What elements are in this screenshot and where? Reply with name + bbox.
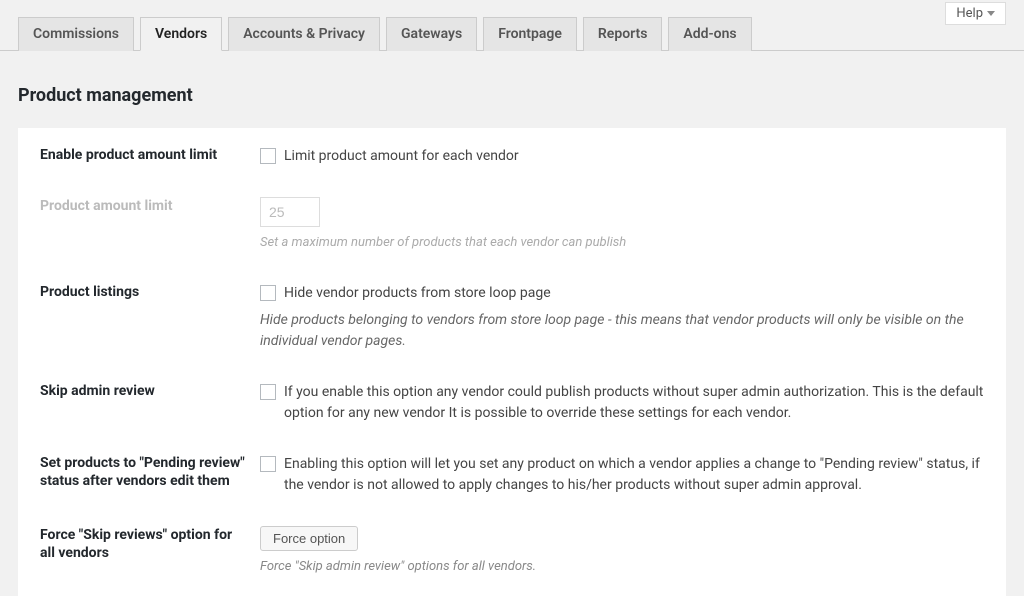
checkbox-label-skip-review: If you enable this option any vendor cou…	[284, 382, 984, 424]
checkbox-wrap-product-listings[interactable]: Hide vendor products from store loop pag…	[260, 283, 984, 304]
section-title: Product management	[0, 51, 1024, 128]
checkbox-label-enable-limit: Limit product amount for each vendor	[284, 146, 984, 167]
desc-force-skip: Force "Skip admin review" options for al…	[260, 557, 984, 577]
desc-product-listings: Hide products belonging to vendors from …	[260, 310, 984, 352]
checkbox-product-listings[interactable]	[260, 285, 276, 301]
checkbox-label-product-listings: Hide vendor products from store loop pag…	[284, 283, 984, 304]
tab-addons[interactable]: Add-ons	[668, 17, 751, 51]
label-product-listings: Product listings	[40, 283, 260, 302]
input-amount-limit[interactable]	[260, 197, 320, 227]
row-product-listings: Product listings Hide vendor products fr…	[18, 253, 1006, 352]
tab-accounts-privacy[interactable]: Accounts & Privacy	[228, 17, 380, 51]
label-force-skip: Force "Skip reviews" option for all vend…	[40, 526, 260, 564]
checkbox-wrap-enable-limit[interactable]: Limit product amount for each vendor	[260, 146, 984, 167]
row-amount-limit: Product amount limit Set a maximum numbe…	[18, 167, 1006, 253]
nav-tabs: Commissions Vendors Accounts & Privacy G…	[0, 0, 1024, 51]
tab-commissions[interactable]: Commissions	[18, 17, 134, 51]
help-label: Help	[956, 6, 983, 21]
help-button[interactable]: Help	[945, 2, 1006, 25]
tab-frontpage[interactable]: Frontpage	[483, 17, 577, 51]
row-pending-review: Set products to "Pending review" status …	[18, 424, 1006, 496]
label-skip-review: Skip admin review	[40, 382, 260, 401]
desc-amount-limit: Set a maximum number of products that ea…	[260, 233, 984, 253]
label-enable-limit: Enable product amount limit	[40, 146, 260, 165]
checkbox-skip-review[interactable]	[260, 384, 276, 400]
tab-vendors[interactable]: Vendors	[140, 17, 222, 51]
tab-reports[interactable]: Reports	[583, 17, 663, 51]
checkbox-enable-limit[interactable]	[260, 148, 276, 164]
checkbox-pending-review[interactable]	[260, 456, 276, 472]
label-amount-limit: Product amount limit	[40, 197, 260, 216]
settings-panel: Enable product amount limit Limit produc…	[18, 128, 1006, 596]
checkbox-wrap-pending-review[interactable]: Enabling this option will let you set an…	[260, 454, 984, 496]
row-skip-review: Skip admin review If you enable this opt…	[18, 352, 1006, 424]
force-option-button[interactable]: Force option	[260, 526, 358, 551]
label-pending-review: Set products to "Pending review" status …	[40, 454, 260, 492]
tab-gateways[interactable]: Gateways	[386, 17, 477, 51]
checkbox-wrap-skip-review[interactable]: If you enable this option any vendor cou…	[260, 382, 984, 424]
row-enable-limit: Enable product amount limit Limit produc…	[18, 128, 1006, 167]
checkbox-label-pending-review: Enabling this option will let you set an…	[284, 454, 984, 496]
row-force-skip: Force "Skip reviews" option for all vend…	[18, 496, 1006, 577]
chevron-down-icon	[987, 11, 995, 16]
